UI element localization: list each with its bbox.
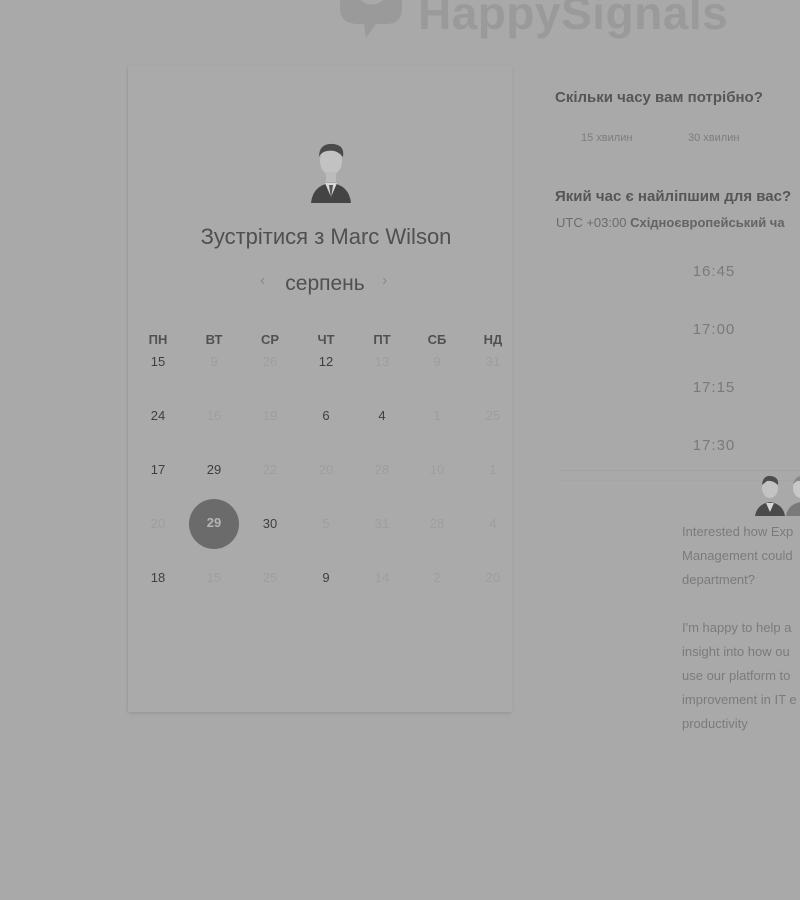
timezone-name: Східноєвропейський ча xyxy=(630,215,785,230)
month-navigation: ‹ серпень › xyxy=(240,270,410,300)
unavailable-day: 25 xyxy=(262,570,278,585)
unavailable-day: 20 xyxy=(318,462,334,477)
weekday-label: СР xyxy=(260,332,280,347)
unavailable-day: 14 xyxy=(374,570,390,585)
team-avatar xyxy=(755,475,785,516)
unavailable-day: 1 xyxy=(433,408,441,423)
message-line xyxy=(682,592,800,616)
meeting-title: Зустрітися з Marc Wilson xyxy=(128,224,524,250)
available-day[interactable]: 12 xyxy=(306,352,346,372)
unavailable-day: 9 xyxy=(433,354,441,369)
next-month-chevron-icon[interactable]: › xyxy=(382,272,387,290)
unavailable-day: 20 xyxy=(485,570,501,585)
host-avatar xyxy=(311,143,351,203)
available-day[interactable]: 6 xyxy=(306,406,346,426)
timezone-selector[interactable]: UTC +03:00 Східноєвропейський ча xyxy=(556,215,785,230)
unavailable-day: 15 xyxy=(206,570,222,585)
message-line: productivity xyxy=(682,716,748,731)
meeting-title-prefix: Зустрітися з xyxy=(200,224,325,249)
unavailable-day: 26 xyxy=(262,354,278,369)
unavailable-day: 2 xyxy=(433,570,441,585)
time-slot[interactable]: 17:00 xyxy=(654,321,774,338)
unavailable-day: 28 xyxy=(374,462,390,477)
message-line: department? xyxy=(682,572,755,587)
weekday-label: ПТ xyxy=(373,332,391,347)
message-line: insight into how ou xyxy=(682,644,790,659)
available-day[interactable]: 18 xyxy=(138,568,178,588)
time-slot[interactable]: 17:15 xyxy=(654,379,774,396)
weekday-label: СБ xyxy=(427,332,447,347)
brand-name: HappySignals xyxy=(418,0,729,39)
unavailable-day: 20 xyxy=(150,516,166,531)
unavailable-day: 16 xyxy=(206,408,222,423)
unavailable-day: 1 xyxy=(489,462,497,477)
unavailable-day: 4 xyxy=(489,516,497,531)
unavailable-day: 25 xyxy=(485,408,501,423)
message-line: I'm happy to help a xyxy=(682,620,792,635)
message-line: Interested how Exp xyxy=(682,524,794,539)
available-day[interactable]: 9 xyxy=(306,568,346,588)
timezone-offset: UTC +03:00 xyxy=(556,215,627,230)
weekday-label: НД xyxy=(483,332,503,347)
weekday-label: ПН xyxy=(148,332,168,347)
available-day[interactable]: 17 xyxy=(138,460,178,480)
duration-option-30[interactable]: 30 хвилин xyxy=(688,132,739,144)
time-slot[interactable]: 16:45 xyxy=(654,263,774,280)
unavailable-day: 28 xyxy=(429,516,445,531)
time-question: Який час є найліпшим для вас? xyxy=(555,188,792,205)
unavailable-day: 22 xyxy=(262,462,278,477)
speech-bubble-logo-icon xyxy=(340,0,402,38)
divider xyxy=(560,470,800,471)
unavailable-day: 31 xyxy=(374,516,390,531)
message-line: Management could xyxy=(682,548,793,563)
message-line: improvement in IT e xyxy=(682,692,797,707)
duration-option-15[interactable]: 15 хвилин xyxy=(581,132,632,144)
weekday-label: ЧТ xyxy=(317,332,335,347)
duration-question: Скільки часу вам потрібно? xyxy=(555,89,763,106)
available-day[interactable]: 29 xyxy=(194,460,234,480)
weekday-label: ВТ xyxy=(205,332,223,347)
available-day[interactable]: 24 xyxy=(138,406,178,426)
message-line: use our platform to xyxy=(682,668,791,683)
available-day[interactable]: 15 xyxy=(138,352,178,372)
unavailable-day: 10 xyxy=(429,462,445,477)
unavailable-day: 13 xyxy=(374,354,390,369)
available-day[interactable]: 4 xyxy=(362,406,402,426)
time-slot[interactable]: 17:30 xyxy=(654,437,774,454)
unavailable-day: 31 xyxy=(485,354,501,369)
unavailable-day: 19 xyxy=(262,408,278,423)
team-avatar xyxy=(786,476,800,516)
intro-message: Interested how Exp Management could depa… xyxy=(682,520,800,736)
unavailable-day: 5 xyxy=(322,516,330,531)
host-name: Marc Wilson xyxy=(330,224,452,249)
unavailable-day: 9 xyxy=(210,354,218,369)
selected-day[interactable]: 29 xyxy=(189,499,239,549)
brand-logo[interactable]: HappySignals xyxy=(336,0,728,40)
available-day[interactable]: 30 xyxy=(250,514,290,534)
